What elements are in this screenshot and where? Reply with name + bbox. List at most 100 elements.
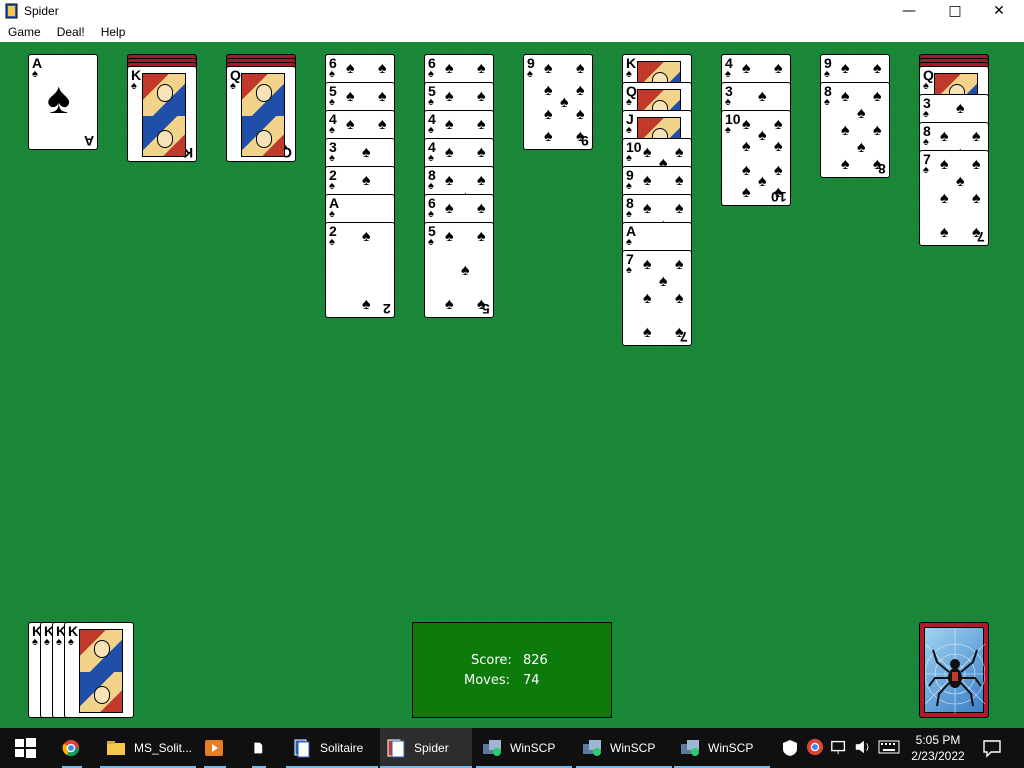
spade-icon: ♠ (923, 80, 929, 92)
spade-icon: ♠ (445, 200, 454, 217)
document-icon (254, 742, 263, 754)
spade-icon: ♠ (576, 106, 585, 123)
taskbar-item[interactable]: WinSCP (674, 728, 770, 768)
spade-icon: ♠ (675, 200, 684, 217)
spade-icon: ♠ (841, 156, 850, 173)
spade-icon: ♠ (626, 124, 632, 136)
spade-icon: ♠ (626, 180, 632, 192)
spade-icon: ♠ (857, 139, 866, 156)
spade-icon: ♠ (131, 80, 137, 92)
card[interactable]: 10♠10♠♠♠♠♠♠♠♠♠♠ (721, 110, 791, 206)
spade-icon: ♠ (329, 208, 335, 220)
spade-icon: ♠ (940, 224, 949, 241)
spade-icon: ♠ (643, 290, 652, 307)
spade-icon: ♠ (774, 116, 783, 133)
spade-icon: ♠ (576, 128, 585, 145)
spade-icon: ♠ (445, 144, 454, 161)
taskbar-item[interactable]: WinSCP (576, 728, 672, 768)
moves-label: Moves: (464, 673, 511, 688)
spade-icon: ♠ (675, 256, 684, 273)
face-card-art (79, 629, 123, 713)
spade-icon: ♠ (329, 180, 335, 192)
card-pips: ♠ ♠ ♠ ♠ ♠ (439, 229, 486, 313)
solitaire-icon (294, 739, 310, 758)
spade-icon: ♠ (362, 172, 371, 189)
taskbar-item[interactable] (198, 728, 232, 768)
menu-help[interactable]: Help (93, 22, 134, 42)
spade-icon: ♠ (346, 116, 355, 133)
menu-deal[interactable]: Deal! (49, 22, 93, 42)
spade-icon: ♠ (477, 172, 486, 189)
spade-icon: ♠ (675, 144, 684, 161)
stock-pile[interactable] (919, 622, 989, 718)
spade-icon: ♠ (643, 172, 652, 189)
spade-icon: ♠ (626, 152, 632, 164)
taskbar-item[interactable]: MS_Solit... (100, 728, 196, 768)
spade-icon: ♠ (659, 273, 668, 290)
card-rank-bottom: A (83, 133, 94, 149)
card[interactable]: A♠A♠ (28, 54, 98, 150)
card[interactable]: 9♠9♠♠♠♠♠♠♠♠♠ (523, 54, 593, 150)
spade-icon: ♠ (742, 60, 751, 77)
card-pips: ♠♠ (340, 229, 384, 313)
close-button[interactable]: ✕ (976, 0, 1022, 22)
notifications-icon[interactable] (982, 738, 1002, 758)
taskbar-item[interactable] (246, 728, 272, 768)
spade-icon: ♠ (857, 105, 866, 122)
card[interactable]: 8♠8♠♠♠♠♠♠♠♠ (820, 82, 890, 178)
taskbar-item[interactable] (56, 728, 88, 768)
spade-icon: ♠ (940, 156, 949, 173)
maximize-button[interactable]: □ (932, 0, 978, 22)
card[interactable]: 2♠2♠♠ (325, 222, 395, 318)
clock-date: 2/23/2022 (911, 749, 965, 763)
card-pips: ♠ ♠ ♠ ♠ ♠ ♠ ♠ ♠ ♠ (538, 61, 585, 145)
spade-icon: ♠ (626, 236, 632, 248)
card[interactable]: 7 ♠ 7 ♠ ♠ ♠ ♠ ♠ ♠ ♠ (622, 250, 692, 346)
spade-icon: ♠ (445, 296, 454, 313)
spade-icon: ♠ (576, 82, 585, 99)
card[interactable]: Q♠Q (226, 66, 296, 162)
taskbar-item-label: Spider (414, 741, 449, 755)
taskbar-item[interactable]: Solitaire (286, 728, 378, 768)
card-pips: ♠ ♠ ♠ ♠ ♠ ♠ ♠ (637, 256, 684, 341)
spade-icon: ♠ (477, 60, 486, 77)
spade-icon: ♠ (477, 200, 486, 217)
spade-icon: ♠ (824, 68, 830, 80)
system-clock[interactable]: 5:05 PM 2/23/2022 (900, 732, 976, 764)
card[interactable]: K♠K (127, 66, 197, 162)
media-player-icon (205, 740, 223, 756)
taskbar-item[interactable]: Spider (380, 728, 472, 768)
volume-icon[interactable] (854, 738, 872, 756)
taskbar-item[interactable]: WinSCP (476, 728, 572, 768)
keyboard-icon[interactable] (878, 739, 900, 755)
menu-game[interactable]: Game (0, 22, 49, 42)
spade-icon: ♠ (626, 68, 632, 80)
spade-icon: ♠ (378, 116, 387, 133)
spade-icon: ♠ (675, 290, 684, 307)
security-icon[interactable] (780, 738, 800, 758)
spade-icon: ♠ (923, 136, 929, 148)
chrome-tray-icon[interactable] (806, 738, 824, 756)
spade-icon: ♠ (47, 74, 71, 123)
spider-icon (387, 739, 405, 758)
spade-icon: ♠ (329, 152, 335, 164)
windows-start-icon[interactable] (13, 736, 37, 760)
completed-king: K ♠ (64, 622, 134, 718)
card-pips: ♠ ♠ ♠ ♠ ♠ ♠ ♠ ♠ ♠ ♠ (736, 116, 783, 201)
spade-icon: ♠ (477, 144, 486, 161)
card[interactable]: 7 ♠ 7 ♠ ♠ ♠ ♠ ♠ ♠ ♠ (919, 150, 989, 246)
minimize-button[interactable]: — (886, 0, 932, 22)
face-card-art (241, 73, 285, 157)
taskbar: MS_Solit... Solitaire Spider WinSCP WinSCP Wi… (0, 728, 1024, 768)
spade-icon: ♠ (725, 124, 731, 136)
spade-icon: ♠ (841, 122, 850, 139)
taskbar-item-label: MS_Solit... (134, 741, 193, 755)
spade-icon: ♠ (643, 200, 652, 217)
spade-icon: ♠ (675, 324, 684, 341)
spade-icon: ♠ (428, 180, 434, 192)
network-icon[interactable] (830, 738, 848, 756)
spade-icon: ♠ (972, 128, 981, 145)
card[interactable]: 5♠5♠♠♠♠♠ (424, 222, 494, 318)
card-pips: ♠ ♠ ♠ ♠ ♠ ♠ ♠ (934, 156, 981, 241)
spade-icon: ♠ (560, 94, 569, 111)
